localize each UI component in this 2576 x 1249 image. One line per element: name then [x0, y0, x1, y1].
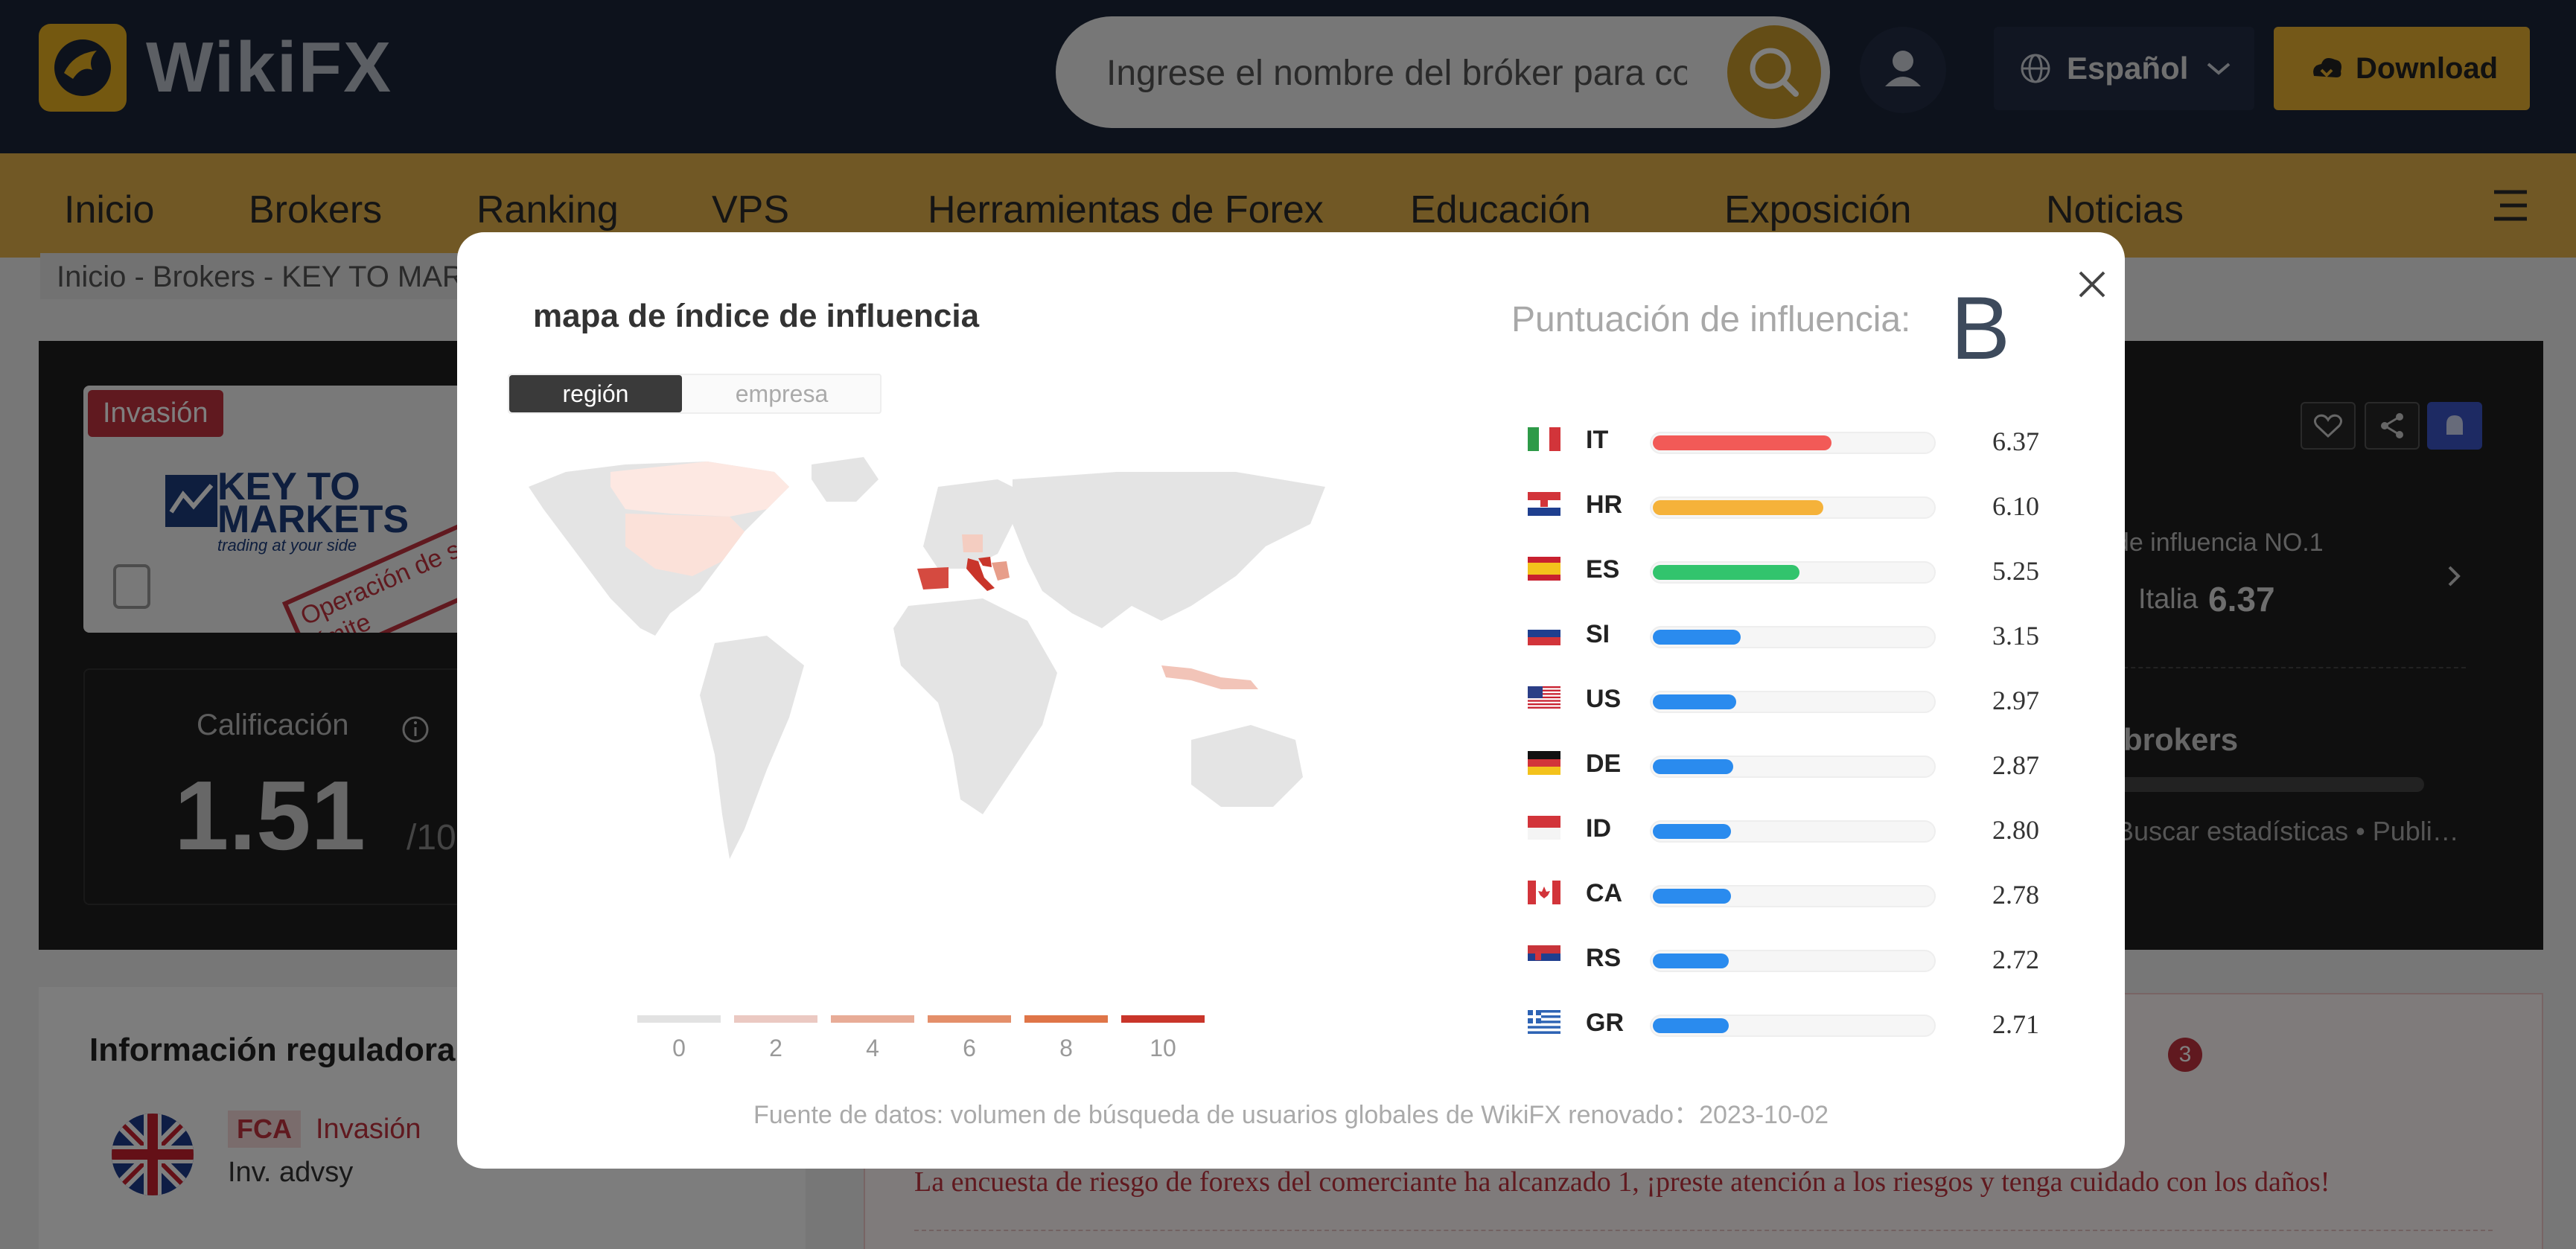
score-value: 2.78 — [1992, 880, 2039, 910]
score-bar-fill — [1653, 565, 1799, 580]
score-bar-track — [1650, 432, 1936, 454]
slovenia-flag-icon — [1528, 622, 1560, 645]
italy-flag-icon — [1528, 427, 1560, 451]
map-tabs: región empresa — [508, 374, 881, 414]
map-south-america — [700, 636, 804, 859]
influence-map-modal: mapa de índice de influencia Puntuación … — [457, 232, 2125, 1169]
score-bar-fill — [1653, 435, 1831, 450]
tab-region[interactable]: región — [509, 375, 682, 412]
usa-flag-icon — [1528, 686, 1560, 710]
score-value: 6.37 — [1992, 427, 2039, 456]
rank-row[interactable]: HR 6.10 — [1528, 482, 2064, 526]
legend-label: 10 — [1150, 1035, 1176, 1061]
rank-row[interactable]: CA 2.78 — [1528, 870, 2064, 915]
indonesia-flag-icon — [1528, 816, 1560, 840]
rank-row[interactable]: IT 6.37 — [1528, 417, 2064, 461]
score-value: 2.80 — [1992, 815, 2039, 845]
legend-bar — [1024, 1015, 1108, 1023]
map-legend: 0 2 4 6 8 10 — [637, 1015, 1211, 1067]
map-canada — [610, 461, 789, 517]
score-bar-fill — [1653, 694, 1736, 709]
score-bar-fill — [1653, 759, 1733, 774]
rank-row[interactable]: US 2.97 — [1528, 676, 2064, 721]
score-value: 6.10 — [1992, 491, 2039, 521]
score-bar-track — [1650, 691, 1936, 713]
score-bar-fill — [1653, 953, 1729, 968]
world-map[interactable] — [521, 457, 1333, 889]
score-value: 3.15 — [1992, 621, 2039, 651]
score-bar-track — [1650, 950, 1936, 972]
data-source-note: Fuente de datos: volumen de búsqueda de … — [753, 1101, 1829, 1129]
score-bar-track — [1650, 561, 1936, 584]
influence-score-grade: B — [1951, 278, 2011, 378]
influence-score-label: Puntuación de influencia: — [1511, 300, 1911, 339]
modal-title: mapa de índice de influencia — [533, 298, 980, 334]
legend-bar — [928, 1015, 1011, 1023]
close-icon — [2079, 271, 2105, 298]
country-code: RS — [1586, 944, 1622, 972]
score-bar-track — [1650, 885, 1936, 907]
influence-ranking-list: IT 6.37 HR 6.10 ES 5.25 SI 3.15 US 2.97 DE 2.87 ID 2.… — [1528, 417, 2064, 1039]
greece-flag-icon — [1528, 1010, 1560, 1034]
rank-row[interactable]: DE 2.87 — [1528, 741, 2064, 785]
map-australia — [1191, 725, 1303, 807]
score-value: 2.97 — [1992, 686, 2039, 715]
score-value: 2.87 — [1992, 750, 2039, 780]
germany-flag-icon — [1528, 751, 1560, 775]
score-bar-fill — [1653, 824, 1731, 839]
score-bar-track — [1650, 626, 1936, 648]
score-value: 5.25 — [1992, 556, 2039, 586]
score-bar-track — [1650, 820, 1936, 843]
country-code: GR — [1586, 1009, 1624, 1037]
legend-bar — [831, 1015, 914, 1023]
spain-flag-icon — [1528, 557, 1560, 581]
serbia-flag-icon — [1528, 945, 1560, 969]
rank-row[interactable]: RS 2.72 — [1528, 935, 2064, 980]
map-greenland — [812, 457, 879, 502]
close-button[interactable] — [2062, 255, 2122, 314]
tab-company[interactable]: empresa — [682, 375, 881, 412]
country-code: DE — [1586, 750, 1622, 778]
legend-bar — [734, 1015, 817, 1023]
map-africa — [893, 598, 1057, 814]
country-code: SI — [1586, 620, 1610, 648]
legend-bar — [1121, 1015, 1205, 1023]
score-bar-track — [1650, 1015, 1936, 1037]
legend-label: 0 — [672, 1035, 686, 1061]
score-value: 2.71 — [1992, 1009, 2039, 1039]
score-bar-fill — [1653, 630, 1741, 645]
legend-label: 2 — [769, 1035, 782, 1061]
score-bar-track — [1650, 496, 1936, 519]
legend-bar — [637, 1015, 721, 1023]
map-germany — [962, 534, 983, 552]
score-bar-fill — [1653, 1018, 1729, 1033]
country-code: IT — [1586, 426, 1609, 454]
map-indonesia — [1161, 665, 1258, 689]
rank-row[interactable]: ID 2.80 — [1528, 805, 2064, 850]
score-bar-track — [1650, 756, 1936, 778]
score-bar-fill — [1653, 889, 1731, 904]
canada-flag-icon — [1528, 881, 1560, 904]
croatia-flag-icon — [1528, 492, 1560, 516]
map-asia — [1013, 472, 1325, 628]
map-balkans — [992, 561, 1010, 581]
legend-label: 4 — [866, 1035, 879, 1061]
rank-row[interactable]: GR 2.71 — [1528, 1000, 2064, 1044]
map-europe — [923, 479, 1027, 569]
score-value: 2.72 — [1992, 945, 2039, 974]
score-bar-fill — [1653, 500, 1823, 515]
country-code: ID — [1586, 814, 1611, 843]
map-spain — [917, 567, 949, 590]
country-code: HR — [1586, 491, 1623, 519]
legend-label: 6 — [963, 1035, 976, 1061]
legend-label: 8 — [1059, 1035, 1073, 1061]
rank-row[interactable]: ES 5.25 — [1528, 546, 2064, 591]
country-code: ES — [1586, 555, 1620, 584]
country-code: CA — [1586, 879, 1623, 907]
rank-row[interactable]: SI 3.15 — [1528, 611, 2064, 656]
country-code: US — [1586, 685, 1622, 713]
